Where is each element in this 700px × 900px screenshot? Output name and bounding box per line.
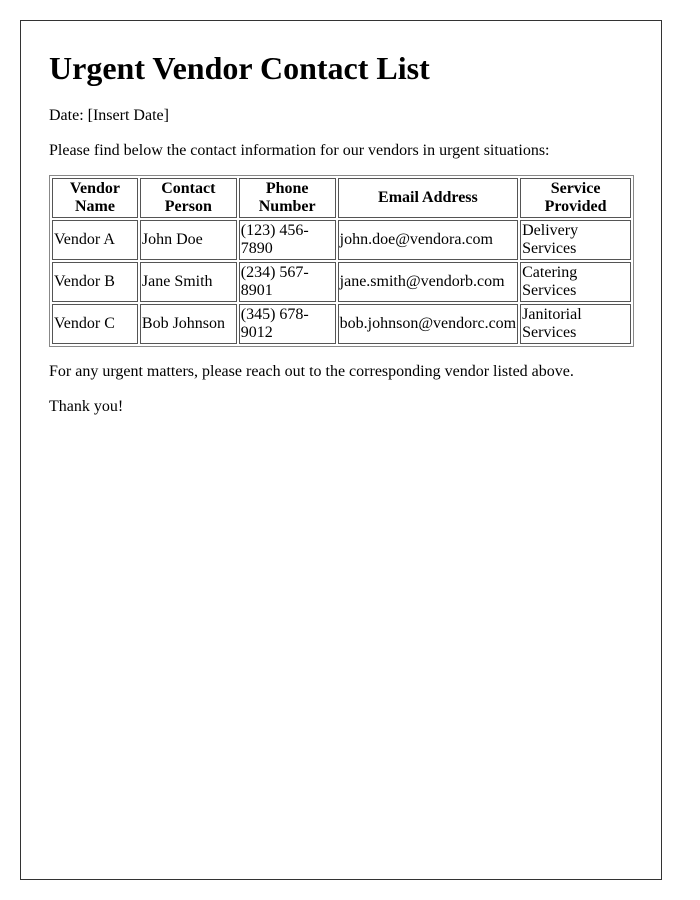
service-provided-cell: Delivery Services	[520, 220, 631, 260]
phone-number-cell: (234) 567-8901	[238, 262, 336, 302]
header-email-address: Email Address	[337, 178, 519, 218]
email-address-cell: john.doe@vendora.com	[337, 220, 519, 260]
contact-person-cell: Bob Johnson	[139, 304, 237, 344]
phone-number-cell: (123) 456-7890	[238, 220, 336, 260]
vendor-contact-table: Vendor Name Contact Person Phone Number …	[49, 175, 634, 347]
document-page: Urgent Vendor Contact List Date: [Insert…	[20, 20, 662, 880]
contact-person-cell: John Doe	[139, 220, 237, 260]
table-row: Vendor B Jane Smith (234) 567-8901 jane.…	[52, 262, 631, 302]
header-contact-person: Contact Person	[139, 178, 237, 218]
closing-paragraph: For any urgent matters, please reach out…	[49, 363, 574, 380]
contact-person-cell: Jane Smith	[139, 262, 237, 302]
date-line: Date: [Insert Date]	[49, 107, 169, 124]
vendor-name-cell: Vendor A	[52, 220, 138, 260]
thank-you-line: Thank you!	[49, 398, 124, 415]
header-phone-number: Phone Number	[238, 178, 336, 218]
header-vendor-name: Vendor Name	[52, 178, 138, 218]
vendor-name-cell: Vendor C	[52, 304, 138, 344]
table-header-row: Vendor Name Contact Person Phone Number …	[52, 178, 631, 218]
vendor-name-cell: Vendor B	[52, 262, 138, 302]
header-service-provided: Service Provided	[520, 178, 631, 218]
table-row: Vendor A John Doe (123) 456-7890 john.do…	[52, 220, 631, 260]
table-row: Vendor C Bob Johnson (345) 678-9012 bob.…	[52, 304, 631, 344]
email-address-cell: bob.johnson@vendorc.com	[337, 304, 519, 344]
email-address-cell: jane.smith@vendorb.com	[337, 262, 519, 302]
page-title: Urgent Vendor Contact List	[49, 50, 430, 86]
intro-paragraph: Please find below the contact informatio…	[49, 142, 550, 159]
service-provided-cell: Catering Services	[520, 262, 631, 302]
service-provided-cell: Janitorial Services	[520, 304, 631, 344]
phone-number-cell: (345) 678-9012	[238, 304, 336, 344]
